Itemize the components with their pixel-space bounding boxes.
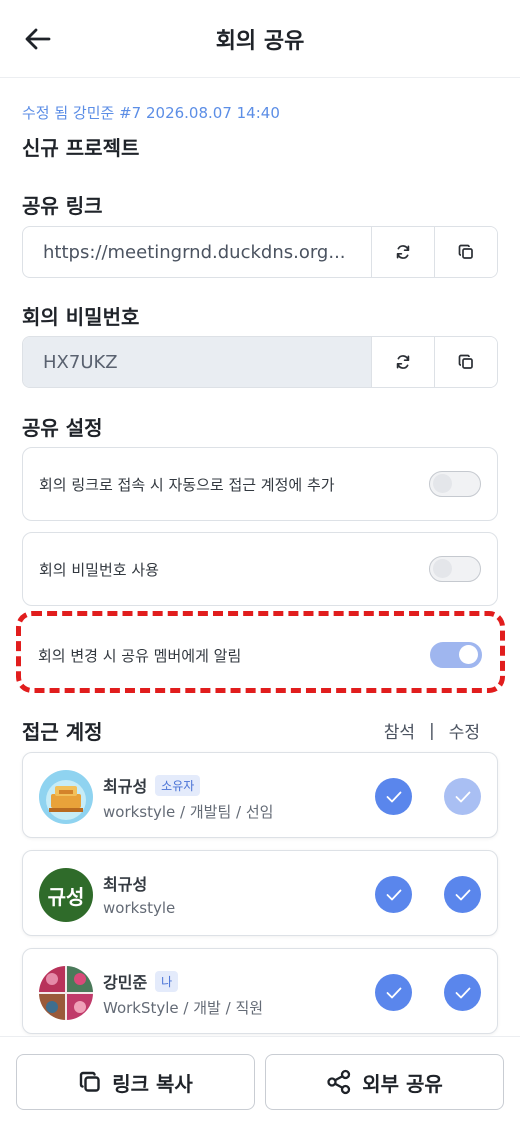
check-icon: [386, 889, 401, 900]
setting-label: 회의 링크로 접속 시 자동으로 접근 계정에 추가: [39, 475, 335, 494]
member-name: 강민준: [103, 973, 148, 992]
copy-link-button[interactable]: [434, 227, 497, 277]
copy-link-footer-button[interactable]: 링크 복사: [16, 1054, 255, 1110]
me-badge: 나: [155, 970, 179, 992]
member-affiliation: workstyle: [103, 899, 176, 917]
avatar: 규성: [39, 868, 93, 922]
member-affiliation: workstyle / 개발팀 / 선임: [103, 803, 274, 821]
share-link-label: 공유 링크: [22, 194, 103, 218]
member-name: 최규성: [103, 875, 148, 894]
copy-password-button[interactable]: [434, 337, 497, 387]
member-affiliation: WorkStyle / 개발 / 직원: [103, 999, 264, 1017]
access-title: 접근 계정: [22, 720, 103, 744]
project-name: 신규 프로젝트: [22, 136, 140, 160]
edit-column-label: 수정: [448, 723, 480, 743]
password-label: 회의 비밀번호: [22, 305, 140, 329]
avatar: [39, 966, 93, 1020]
share-link-value[interactable]: https://meetingrnd.duckdns.org...: [23, 227, 371, 277]
attend-checkbox[interactable]: [375, 876, 412, 913]
auto-add-toggle[interactable]: [429, 471, 481, 497]
page-title: 회의 공유: [215, 28, 305, 54]
setting-notify-members: 회의 변경 시 공유 멤버에게 알림: [22, 617, 498, 693]
copy-icon: [458, 244, 473, 259]
password-value: HX7UKZ: [23, 337, 371, 387]
password-field: HX7UKZ: [22, 336, 498, 388]
check-icon: [455, 987, 470, 998]
use-password-toggle[interactable]: [429, 556, 481, 582]
attend-column-label: 참석: [383, 723, 415, 743]
setting-label: 회의 변경 시 공유 멤버에게 알림: [38, 646, 242, 665]
member-row[interactable]: 강민준 나 WorkStyle / 개발 / 직원: [22, 948, 498, 1034]
copy-icon: [80, 1071, 100, 1092]
refresh-link-button[interactable]: [371, 227, 434, 277]
check-icon: [455, 889, 470, 900]
avatar: [39, 770, 93, 824]
arrow-left-icon: [25, 28, 51, 50]
member-row[interactable]: 규성 최규성 workstyle: [22, 850, 498, 936]
app-header: 회의 공유: [0, 0, 520, 78]
check-icon: [386, 987, 401, 998]
refresh-icon: [396, 355, 410, 369]
check-icon: [386, 791, 401, 802]
column-separator: |: [428, 720, 435, 741]
member-row[interactable]: 최규성 소유자 workstyle / 개발팀 / 선임: [22, 752, 498, 838]
notify-members-toggle[interactable]: [430, 642, 482, 668]
setting-label: 회의 비밀번호 사용: [39, 560, 159, 579]
edit-meta: 수정 됨 강민준 #7 2026.08.07 14:40: [22, 104, 280, 122]
edit-checkbox: [444, 778, 481, 815]
edit-checkbox[interactable]: [444, 876, 481, 913]
external-share-button[interactable]: 외부 공유: [265, 1054, 504, 1110]
check-icon: [455, 791, 470, 802]
setting-auto-add: 회의 링크로 접속 시 자동으로 접근 계정에 추가: [22, 447, 498, 521]
refresh-password-button[interactable]: [371, 337, 434, 387]
access-columns: 참석 | 수정: [383, 718, 498, 744]
access-header: 접근 계정 참석 | 수정: [22, 716, 498, 745]
owner-badge: 소유자: [155, 774, 201, 796]
attend-checkbox[interactable]: [375, 974, 412, 1011]
copy-icon: [458, 354, 473, 369]
back-button[interactable]: [18, 21, 58, 57]
edit-checkbox[interactable]: [444, 974, 481, 1011]
external-share-label: 외부 공유: [362, 1071, 443, 1096]
share-settings-label: 공유 설정: [22, 416, 103, 440]
copy-link-label: 링크 복사: [112, 1071, 193, 1096]
share-icon: [327, 1069, 351, 1095]
refresh-icon: [396, 245, 410, 259]
member-name: 최규성: [103, 777, 148, 796]
footer-bar: 링크 복사 외부 공유: [0, 1036, 520, 1125]
setting-use-password: 회의 비밀번호 사용: [22, 532, 498, 606]
share-link-field: https://meetingrnd.duckdns.org...: [22, 226, 498, 278]
attend-checkbox[interactable]: [375, 778, 412, 815]
